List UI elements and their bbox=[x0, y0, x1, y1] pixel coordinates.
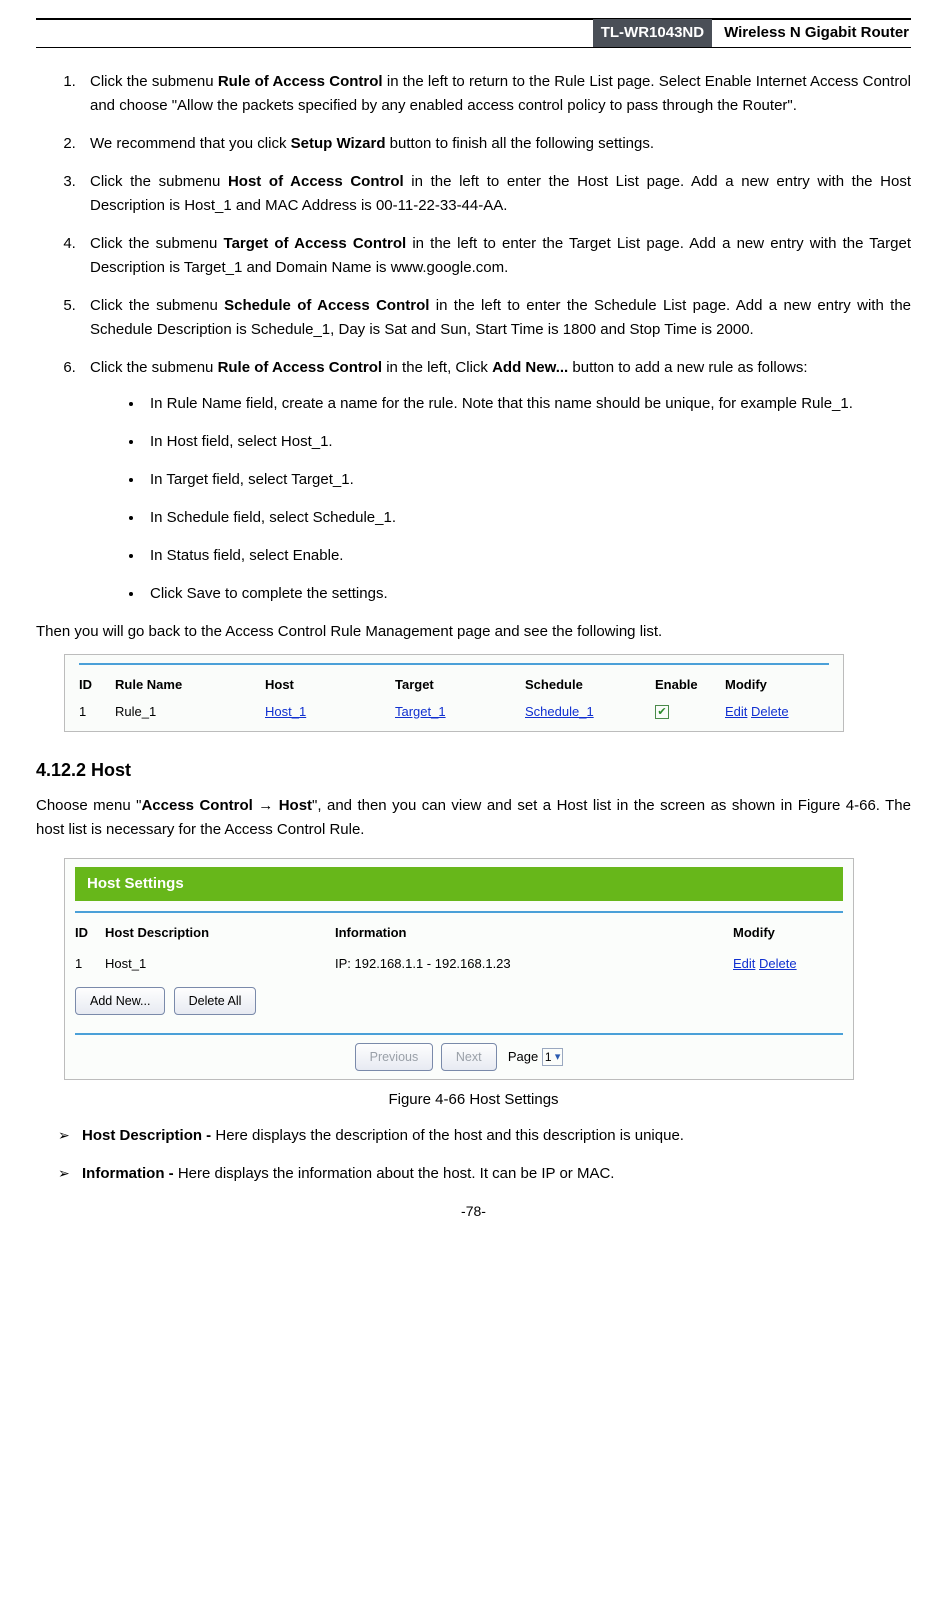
step-4: Click the submenu Target of Access Contr… bbox=[80, 232, 911, 280]
step-text: button to add a new rule as follows: bbox=[568, 359, 807, 376]
model-badge: TL-WR1043ND bbox=[593, 19, 712, 47]
col-modify: Modify bbox=[733, 921, 843, 954]
button-row: Add New... Delete All bbox=[75, 987, 843, 1015]
table-header-row: ID Rule Name Host Target Schedule Enable… bbox=[79, 673, 829, 702]
page-label: Page bbox=[508, 1049, 538, 1064]
divider bbox=[75, 911, 843, 913]
cell-id: 1 bbox=[75, 954, 105, 983]
after-paragraph: Then you will go back to the Access Cont… bbox=[36, 620, 911, 644]
step-text: Click the submenu bbox=[90, 173, 228, 190]
bullet-item: Click Save to complete the settings. bbox=[144, 582, 911, 606]
table-row: 1 Rule_1 Host_1 Target_1 Schedule_1 ✔ Ed… bbox=[79, 702, 829, 725]
sub-bullets: In Rule Name field, create a name for th… bbox=[90, 392, 911, 606]
edit-link[interactable]: Edit bbox=[725, 704, 747, 719]
cell-name: Rule_1 bbox=[115, 702, 265, 725]
section-intro: Choose menu "Access Control → Host", and… bbox=[36, 794, 911, 842]
list-item: Host Description - Here displays the des… bbox=[58, 1124, 911, 1148]
step-5: Click the submenu Schedule of Access Con… bbox=[80, 294, 911, 342]
step-bold: Host of Access Control bbox=[228, 173, 404, 190]
enable-checkbox[interactable]: ✔ bbox=[655, 705, 669, 719]
col-id: ID bbox=[79, 673, 115, 702]
col-info: Information bbox=[335, 921, 733, 954]
step-3: Click the submenu Host of Access Control… bbox=[80, 170, 911, 218]
col-modify: Modify bbox=[725, 673, 829, 702]
step-bold: Setup Wizard bbox=[291, 135, 386, 152]
schedule-link[interactable]: Schedule_1 bbox=[525, 704, 594, 719]
table-row: 1 Host_1 IP: 192.168.1.1 - 192.168.1.23 … bbox=[75, 954, 843, 983]
host-settings-figure: Host Settings ID Host Description Inform… bbox=[64, 858, 911, 1080]
table-header-row: ID Host Description Information Modify bbox=[75, 921, 843, 954]
host-panel: Host Settings ID Host Description Inform… bbox=[64, 858, 854, 1080]
page-value: 1 bbox=[545, 1050, 552, 1064]
step-bold: Rule of Access Control bbox=[218, 359, 382, 376]
step-text: button to finish all the following setti… bbox=[386, 135, 655, 152]
next-button[interactable]: Next bbox=[441, 1043, 497, 1071]
step-bold: Add New... bbox=[492, 359, 568, 376]
step-1: Click the submenu Rule of Access Control… bbox=[80, 70, 911, 118]
section-heading: 4.12.2 Host bbox=[36, 756, 911, 785]
bullet-item: In Host field, select Host_1. bbox=[144, 430, 911, 454]
list-item: Information - Here displays the informat… bbox=[58, 1162, 911, 1186]
add-new-button[interactable]: Add New... bbox=[75, 987, 165, 1015]
col-host: Host bbox=[265, 673, 395, 702]
step-text: Click the submenu bbox=[90, 297, 224, 314]
step-text: Click the submenu bbox=[90, 73, 218, 90]
col-name: Rule Name bbox=[115, 673, 265, 702]
cell-id: 1 bbox=[79, 702, 115, 725]
delete-all-button[interactable]: Delete All bbox=[174, 987, 257, 1015]
page-select[interactable]: 1 ▾ bbox=[542, 1048, 564, 1066]
col-enable: Enable bbox=[655, 673, 725, 702]
col-target: Target bbox=[395, 673, 525, 702]
edit-link[interactable]: Edit bbox=[733, 956, 755, 971]
panel-title-bar: Host Settings bbox=[75, 867, 843, 901]
page-number: -78- bbox=[36, 1200, 911, 1222]
item-text: Here displays the information about the … bbox=[178, 1165, 615, 1182]
page-header: TL-WR1043ND Wireless N Gigabit Router bbox=[36, 19, 911, 47]
host-table: ID Host Description Information Modify 1… bbox=[75, 921, 843, 983]
item-label: Host Description - bbox=[82, 1127, 215, 1144]
intro-text: Choose menu " bbox=[36, 797, 141, 814]
step-text: We recommend that you click bbox=[90, 135, 291, 152]
target-link[interactable]: Target_1 bbox=[395, 704, 446, 719]
step-bold: Target of Access Control bbox=[224, 235, 407, 252]
item-text: Here displays the description of the hos… bbox=[215, 1127, 684, 1144]
intro-bold: Access Control → Host bbox=[141, 797, 312, 814]
step-text: Click the submenu bbox=[90, 359, 218, 376]
divider bbox=[75, 1033, 843, 1035]
bullet-item: In Target field, select Target_1. bbox=[144, 468, 911, 492]
cell-desc: Host_1 bbox=[105, 954, 335, 983]
chevron-down-icon: ▾ bbox=[555, 1051, 561, 1063]
host-link[interactable]: Host_1 bbox=[265, 704, 306, 719]
col-schedule: Schedule bbox=[525, 673, 655, 702]
delete-link[interactable]: Delete bbox=[759, 956, 797, 971]
rule-list-figure: ID Rule Name Host Target Schedule Enable… bbox=[64, 654, 911, 732]
item-label: Information - bbox=[82, 1165, 178, 1182]
bullet-item: In Schedule field, select Schedule_1. bbox=[144, 506, 911, 530]
numbered-steps: Click the submenu Rule of Access Control… bbox=[36, 70, 911, 606]
step-bold: Schedule of Access Control bbox=[224, 297, 429, 314]
previous-button[interactable]: Previous bbox=[355, 1043, 434, 1071]
col-desc: Host Description bbox=[105, 921, 335, 954]
description-list: Host Description - Here displays the des… bbox=[36, 1124, 911, 1186]
pager: Previous Next Page 1 ▾ bbox=[75, 1043, 843, 1071]
figure-caption: Figure 4-66 Host Settings bbox=[36, 1088, 911, 1112]
step-2: We recommend that you click Setup Wizard… bbox=[80, 132, 911, 156]
divider bbox=[79, 663, 829, 665]
delete-link[interactable]: Delete bbox=[751, 704, 789, 719]
step-6: Click the submenu Rule of Access Control… bbox=[80, 356, 911, 606]
rule-panel: ID Rule Name Host Target Schedule Enable… bbox=[64, 654, 844, 732]
step-bold: Rule of Access Control bbox=[218, 73, 383, 90]
model-desc: Wireless N Gigabit Router bbox=[712, 21, 911, 45]
bullet-item: In Rule Name field, create a name for th… bbox=[144, 392, 911, 416]
cell-info: IP: 192.168.1.1 - 192.168.1.23 bbox=[335, 954, 733, 983]
col-id: ID bbox=[75, 921, 105, 954]
step-text: in the left, Click bbox=[382, 359, 492, 376]
step-text: Click the submenu bbox=[90, 235, 224, 252]
rule-table: ID Rule Name Host Target Schedule Enable… bbox=[79, 673, 829, 725]
bullet-item: In Status field, select Enable. bbox=[144, 544, 911, 568]
